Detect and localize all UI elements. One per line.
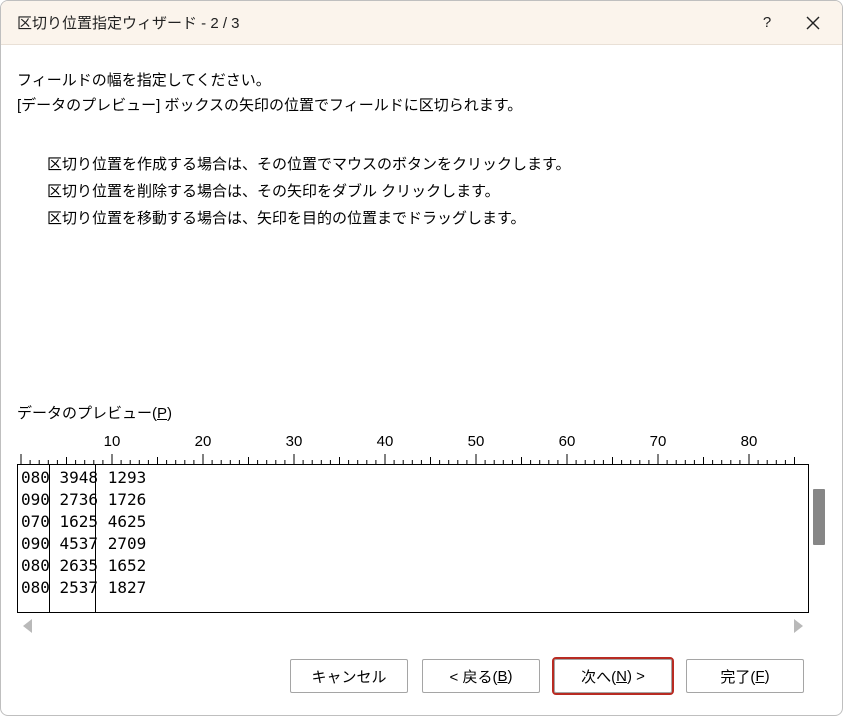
- close-button[interactable]: [790, 1, 836, 45]
- ruler-number: 10: [104, 433, 121, 450]
- back-button[interactable]: < 戻る(B): [422, 659, 540, 693]
- ruler-number: 70: [650, 433, 667, 450]
- instructions: フィールドの幅を指定してください。 [データのプレビュー] ボックスの矢印の位置…: [17, 65, 826, 119]
- title-bar: 区切り位置指定ウィザード - 2 / 3 ?: [1, 1, 842, 45]
- help-icon: ?: [763, 14, 771, 31]
- data-box[interactable]: 080 3948 1293 090 2736 1726 070 1625 462…: [17, 465, 809, 613]
- scrollbar-thumb[interactable]: [813, 489, 825, 545]
- sub-instruction-2: 区切り位置を削除する場合は、その矢印をダブル クリックします。: [47, 180, 826, 201]
- ruler[interactable]: 10 20 30 40 50 60 70 80: [17, 433, 809, 465]
- sub-instruction-1: 区切り位置を作成する場合は、その位置でマウスのボタンをクリックします。: [47, 153, 826, 174]
- ruler-number: 60: [559, 433, 576, 450]
- help-button[interactable]: ?: [744, 1, 790, 45]
- horizontal-scrollbar[interactable]: [17, 619, 809, 639]
- scroll-left-icon[interactable]: [23, 619, 32, 633]
- data-rows: 080 3948 1293 090 2736 1726 070 1625 462…: [18, 465, 808, 599]
- ruler-number: 40: [377, 433, 394, 450]
- instruction-line-1: フィールドの幅を指定してください。: [17, 69, 826, 90]
- cancel-button[interactable]: キャンセル: [290, 659, 408, 693]
- sub-instructions: 区切り位置を作成する場合は、その位置でマウスのボタンをクリックします。 区切り位…: [17, 147, 826, 234]
- wizard-dialog: 区切り位置指定ウィザード - 2 / 3 ? フィールドの幅を指定してください。…: [0, 0, 843, 716]
- ruler-number: 20: [195, 433, 212, 450]
- vertical-scrollbar[interactable]: [810, 465, 828, 613]
- preview-label: データのプレビュー(P): [17, 402, 826, 423]
- ruler-number: 80: [741, 433, 758, 450]
- close-icon: [806, 16, 820, 30]
- finish-button[interactable]: 完了(F): [686, 659, 804, 693]
- sub-instruction-3: 区切り位置を移動する場合は、矢印を目的の位置までドラッグします。: [47, 207, 826, 228]
- footer: キャンセル < 戻る(B) 次へ(N) > 完了(F): [17, 639, 826, 715]
- preview-area-wrap: 10 20 30 40 50 60 70 80 080 3948 1293 090 2736 …: [17, 429, 826, 639]
- scroll-right-icon[interactable]: [794, 619, 803, 633]
- ruler-number: 50: [468, 433, 485, 450]
- window-title: 区切り位置指定ウィザード - 2 / 3: [17, 12, 744, 33]
- preview-area[interactable]: 10 20 30 40 50 60 70 80 080 3948 1293 090 2736 …: [17, 433, 826, 613]
- dialog-body: フィールドの幅を指定してください。 [データのプレビュー] ボックスの矢印の位置…: [1, 45, 842, 715]
- ruler-number: 30: [286, 433, 303, 450]
- next-button[interactable]: 次へ(N) >: [554, 659, 672, 693]
- instruction-line-2: [データのプレビュー] ボックスの矢印の位置でフィールドに区切られます。: [17, 94, 826, 115]
